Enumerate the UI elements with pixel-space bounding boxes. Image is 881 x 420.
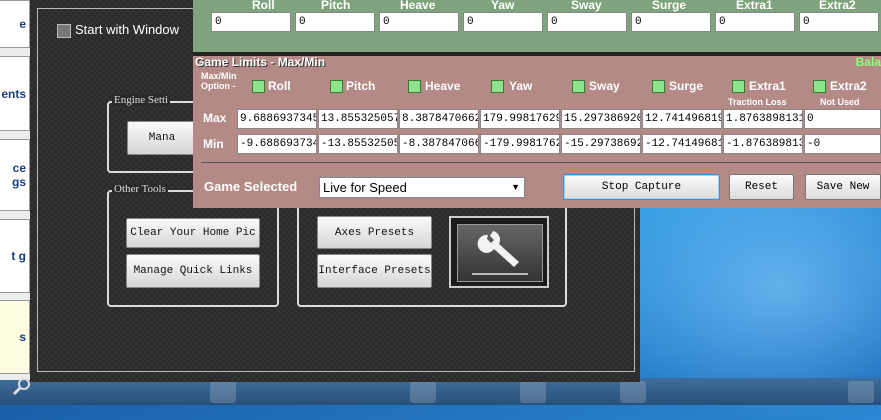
taskbar-app-icon[interactable] — [620, 381, 646, 403]
sidebar-item-4[interactable]: t g — [0, 219, 30, 293]
option-sway-label: Sway — [589, 79, 620, 93]
green-value-sway[interactable]: 0 — [547, 12, 627, 32]
extra2-sublabel: Not Used — [820, 97, 860, 107]
option-yaw-checkbox[interactable] — [491, 80, 504, 93]
green-value-roll[interactable]: 0 — [211, 12, 291, 32]
tools-wrench-button[interactable] — [449, 216, 549, 288]
green-header-sway: Sway — [571, 0, 602, 12]
max-row-label: Max — [203, 111, 227, 125]
save-new-button[interactable]: Save New — [805, 174, 881, 200]
game-limits-title: Game Limits - Max/Min — [195, 55, 326, 69]
stop-capture-button[interactable]: Stop Capture — [563, 174, 720, 200]
game-select-dropdown[interactable]: Live for Speed ▼ — [319, 177, 525, 198]
min-extra2-input[interactable]: -0 — [804, 134, 881, 154]
reset-button[interactable]: Reset — [729, 174, 794, 200]
game-selected-label: Game Selected — [204, 179, 298, 194]
option-yaw-label: Yaw — [509, 79, 533, 93]
green-header-yaw: Yaw — [491, 0, 515, 12]
max-surge-input[interactable]: 12.741496819 — [642, 109, 722, 129]
max-extra1-input[interactable]: 1.8763898131 — [723, 109, 803, 129]
max-pitch-input[interactable]: 13.855325057 — [318, 109, 398, 129]
min-pitch-input[interactable]: -13.85532505 — [318, 134, 398, 154]
axis-output-panel: Roll Pitch Heave Yaw Sway Surge Extra1 E… — [193, 0, 881, 52]
max-min-option-label: Max/Min Option - — [201, 71, 237, 91]
option-heave-label: Heave — [425, 79, 461, 93]
interface-presets-button[interactable]: Interface Presets — [317, 254, 432, 288]
green-header-roll: Roll — [252, 0, 275, 12]
wrench-icon — [472, 231, 528, 275]
axes-presets-button[interactable]: Axes Presets — [317, 216, 432, 249]
left-sidebar: e ents ce gs t g s — [0, 0, 30, 380]
sidebar-item-1[interactable]: e — [0, 0, 30, 48]
option-heave-checkbox[interactable] — [408, 80, 421, 93]
max-sway-input[interactable]: 15.297386920 — [561, 109, 641, 129]
start-with-windows-label: Start with Window — [75, 22, 180, 37]
min-heave-input[interactable]: -8.387847066 — [399, 134, 479, 154]
green-value-pitch[interactable]: 0 — [295, 12, 375, 32]
min-sway-input[interactable]: -15.29738692 — [561, 134, 641, 154]
taskbar-app-icon[interactable] — [520, 381, 546, 403]
taskbar — [0, 378, 881, 405]
sidebar-item-3[interactable]: ce gs — [0, 139, 30, 211]
option-extra1-checkbox[interactable] — [732, 80, 745, 93]
green-header-pitch: Pitch — [321, 0, 351, 12]
engine-settings-title: Engine Setti — [112, 94, 171, 106]
sidebar-item-2[interactable]: ents — [0, 56, 30, 131]
option-extra2-checkbox[interactable] — [813, 80, 826, 93]
taskbar-app-icon[interactable] — [848, 381, 874, 403]
option-roll-label: Roll — [268, 79, 291, 93]
option-extra1-label: Extra1 — [749, 79, 786, 93]
max-roll-input[interactable]: 9.6886937345 — [237, 109, 317, 129]
manage-button[interactable]: Mana — [127, 121, 197, 155]
green-header-extra1: Extra1 — [736, 0, 773, 12]
green-value-heave[interactable]: 0 — [379, 12, 459, 32]
min-surge-input[interactable]: -12.74149681 — [642, 134, 722, 154]
option-roll-checkbox[interactable] — [252, 80, 265, 93]
option-sway-checkbox[interactable] — [572, 80, 585, 93]
option-surge-checkbox[interactable] — [652, 80, 665, 93]
chevron-down-icon: ▼ — [511, 182, 520, 192]
min-row-label: Min — [203, 137, 224, 151]
extra1-sublabel: Traction Loss — [728, 97, 787, 107]
green-header-extra2: Extra2 — [819, 0, 856, 12]
green-value-surge[interactable]: 0 — [631, 12, 711, 32]
option-extra2-label: Extra2 — [830, 79, 867, 93]
start-with-windows-checkbox[interactable] — [57, 24, 71, 38]
max-extra2-input[interactable]: 0 — [804, 109, 881, 129]
option-surge-label: Surge — [669, 79, 704, 93]
limits-separator — [201, 162, 881, 163]
green-value-extra2[interactable]: 0 — [799, 12, 879, 32]
other-tools-title: Other Tools — [112, 183, 168, 195]
green-header-surge: Surge — [652, 0, 687, 12]
magnifier-icon — [12, 378, 30, 396]
balance-label: Bala — [855, 55, 881, 69]
clear-home-pic-button[interactable]: Clear Your Home Pic — [126, 218, 260, 248]
green-value-yaw[interactable]: 0 — [463, 12, 543, 32]
manage-quick-links-button[interactable]: Manage Quick Links — [126, 254, 260, 288]
taskbar-app-icon[interactable] — [210, 381, 236, 403]
min-roll-input[interactable]: -9.688693734 — [237, 134, 317, 154]
min-extra1-input[interactable]: -1.876389813 — [723, 134, 803, 154]
game-limits-panel: Game Limits - Max/Min Bala Max/Min Optio… — [193, 55, 881, 208]
green-value-extra1[interactable]: 0 — [715, 12, 795, 32]
wrench-button-face — [457, 224, 543, 282]
sidebar-item-5[interactable]: s — [0, 300, 30, 374]
max-heave-input[interactable]: 8.3878470662 — [399, 109, 479, 129]
max-yaw-input[interactable]: 179.99817629 — [480, 109, 560, 129]
green-header-heave: Heave — [400, 0, 436, 12]
option-pitch-checkbox[interactable] — [330, 80, 343, 93]
min-yaw-input[interactable]: -179.9981762 — [480, 134, 560, 154]
taskbar-app-icon[interactable] — [410, 381, 436, 403]
option-pitch-label: Pitch — [346, 79, 376, 93]
